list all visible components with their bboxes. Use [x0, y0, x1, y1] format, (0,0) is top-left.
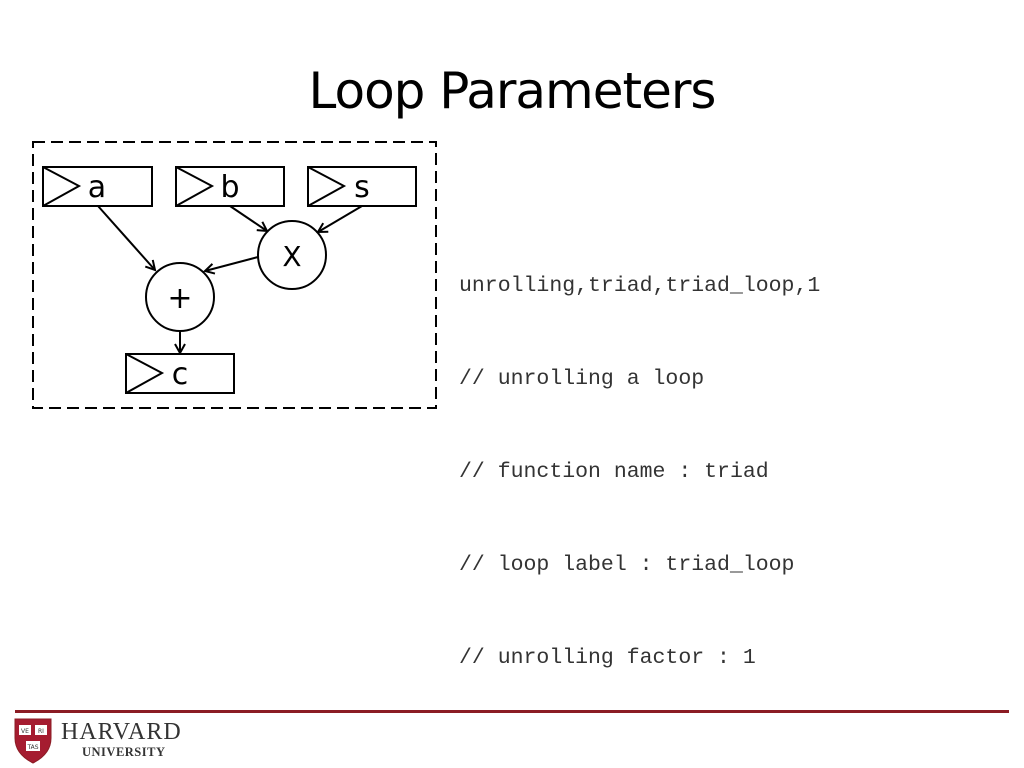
edge-s-to-multiply: [318, 205, 363, 232]
code-line: unrolling,triad,triad_loop,1: [459, 274, 821, 298]
edge-b-to-multiply: [229, 205, 267, 231]
register-b: b: [175, 166, 285, 207]
multiply-operator-node: X: [257, 220, 327, 290]
register-label: a: [88, 170, 106, 205]
shield-text: VE: [21, 728, 29, 735]
code-line: // loop label : triad_loop: [459, 553, 795, 577]
edge-multiply-to-add: [205, 256, 259, 271]
harvard-shield-logo: VE RI TAS: [14, 718, 52, 764]
register-a: a: [42, 166, 153, 207]
code-line: // function name : triad: [459, 460, 769, 484]
footer-divider: [15, 710, 1009, 713]
institution-subtitle: UNIVERSITY: [82, 745, 166, 759]
register-label: b: [220, 170, 239, 205]
shield-text: RI: [38, 728, 44, 735]
operator-label: X: [282, 240, 301, 273]
operator-label: +: [167, 281, 192, 316]
edge-a-to-add: [97, 205, 155, 270]
code-block: unrolling,triad,triad_loop,1 // unrollin…: [459, 209, 820, 705]
register-label: c: [172, 357, 189, 392]
code-line: // unrolling factor : 1: [459, 646, 756, 670]
code-line: // unrolling a loop: [459, 367, 705, 391]
shield-text: TAS: [26, 744, 38, 751]
register-s: s: [307, 166, 417, 207]
register-label: s: [354, 170, 370, 205]
register-c: c: [125, 353, 235, 394]
institution-name: HARVARD: [61, 719, 182, 745]
add-operator-node: +: [145, 262, 215, 332]
